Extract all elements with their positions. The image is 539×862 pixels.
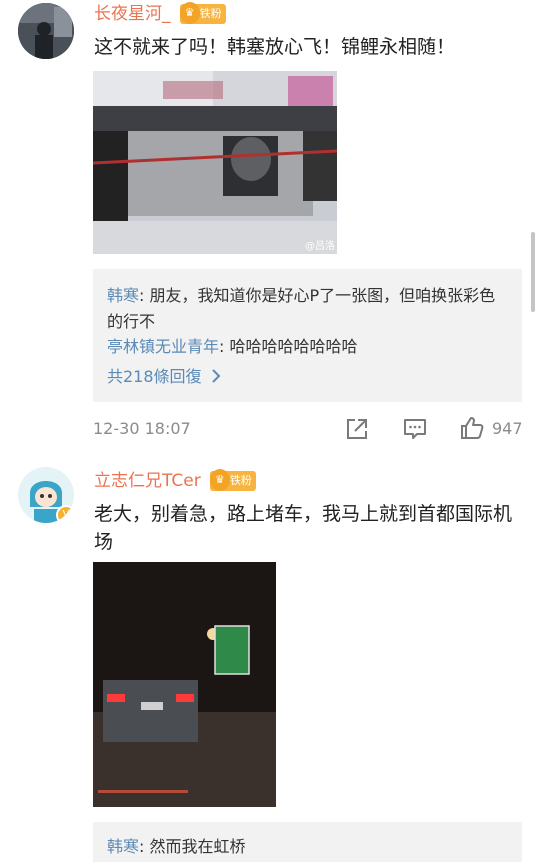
reply-text: 朋友，我知道你是好心P了一张图，但咱换张彩色的行不 xyxy=(107,286,496,331)
reply-text: 然而我在虹桥 xyxy=(149,837,246,856)
badge-label: 铁粉 xyxy=(199,7,222,20)
reply-item: 韩寒: 然而我在虹桥 xyxy=(107,834,511,860)
comment-button[interactable] xyxy=(402,416,428,442)
reply-box[interactable]: 韩寒: 然而我在虹桥 xyxy=(93,822,522,862)
comment-item: 长夜星河_ ♛ 铁粉 这不就来了吗！韩塞放心飞！锦鲤永相随！ @吕洛 韩寒: 朋… xyxy=(0,0,539,455)
crown-icon: ♛ xyxy=(209,469,230,491)
reply-box[interactable]: 韩寒: 朋友，我知道你是好心P了一张图，但咱换张彩色的行不 亭林镇无业青年: 哈… xyxy=(93,269,522,402)
image-watermark: @吕洛 xyxy=(305,241,335,252)
more-replies-link[interactable]: 共218條回復 xyxy=(107,364,221,390)
reply-username[interactable]: 韩寒 xyxy=(107,286,139,305)
comment-image[interactable] xyxy=(93,562,276,807)
reply-separator: : xyxy=(139,286,150,305)
reply-separator: : xyxy=(139,837,150,856)
reply-username[interactable]: 亭林镇无业青年 xyxy=(107,337,219,356)
chevron-right-icon xyxy=(211,369,221,383)
badge-label: 铁粉 xyxy=(229,474,252,487)
comment-header: 立志仁兄TCer ♛ 铁粉 xyxy=(94,469,256,493)
night-road-photo xyxy=(93,562,276,807)
username[interactable]: 立志仁兄TCer xyxy=(94,471,201,491)
avatar[interactable] xyxy=(18,3,74,59)
comment-text: 老大，别着急，路上堵车，我马上就到首都国际机场 xyxy=(94,503,513,553)
avatar-photo xyxy=(18,3,74,59)
comment-header: 长夜星河_ ♛ 铁粉 xyxy=(94,2,226,26)
fan-badge: ♛ 铁粉 xyxy=(209,469,256,491)
comment-icon xyxy=(404,419,426,439)
reply-separator: : xyxy=(219,337,230,356)
reply-text: 哈哈哈哈哈哈哈哈 xyxy=(229,337,358,356)
reply-item: 韩寒: 朋友，我知道你是好心P了一张图，但咱换张彩色的行不 xyxy=(107,283,511,335)
comment-text: 这不就来了吗！韩塞放心飞！锦鲤永相随！ xyxy=(94,36,456,58)
thumbs-up-icon xyxy=(461,417,484,439)
crown-icon: ♛ xyxy=(179,2,200,24)
share-icon xyxy=(347,419,367,439)
scrollbar[interactable] xyxy=(531,232,535,312)
verified-icon: V xyxy=(56,505,74,523)
more-replies-label: 共218條回復 xyxy=(107,367,202,386)
share-button[interactable] xyxy=(344,416,370,442)
airport-crowd-photo xyxy=(93,71,337,254)
reply-item: 亭林镇无业青年: 哈哈哈哈哈哈哈哈 xyxy=(107,334,511,360)
reply-username[interactable]: 韩寒 xyxy=(107,837,139,856)
like-button[interactable]: 947 xyxy=(459,415,529,443)
comment-item: V 立志仁兄TCer ♛ 铁粉 老大，别着急，路上堵车，我马上就到首都国际机场 … xyxy=(0,455,539,862)
comment-image[interactable]: @吕洛 xyxy=(93,71,337,254)
timestamp: 12-30 18:07 xyxy=(93,419,191,438)
fan-badge: ♛ 铁粉 xyxy=(179,2,226,24)
username[interactable]: 长夜星河_ xyxy=(94,4,171,24)
avatar[interactable]: V xyxy=(18,467,74,523)
like-count: 947 xyxy=(492,419,523,438)
